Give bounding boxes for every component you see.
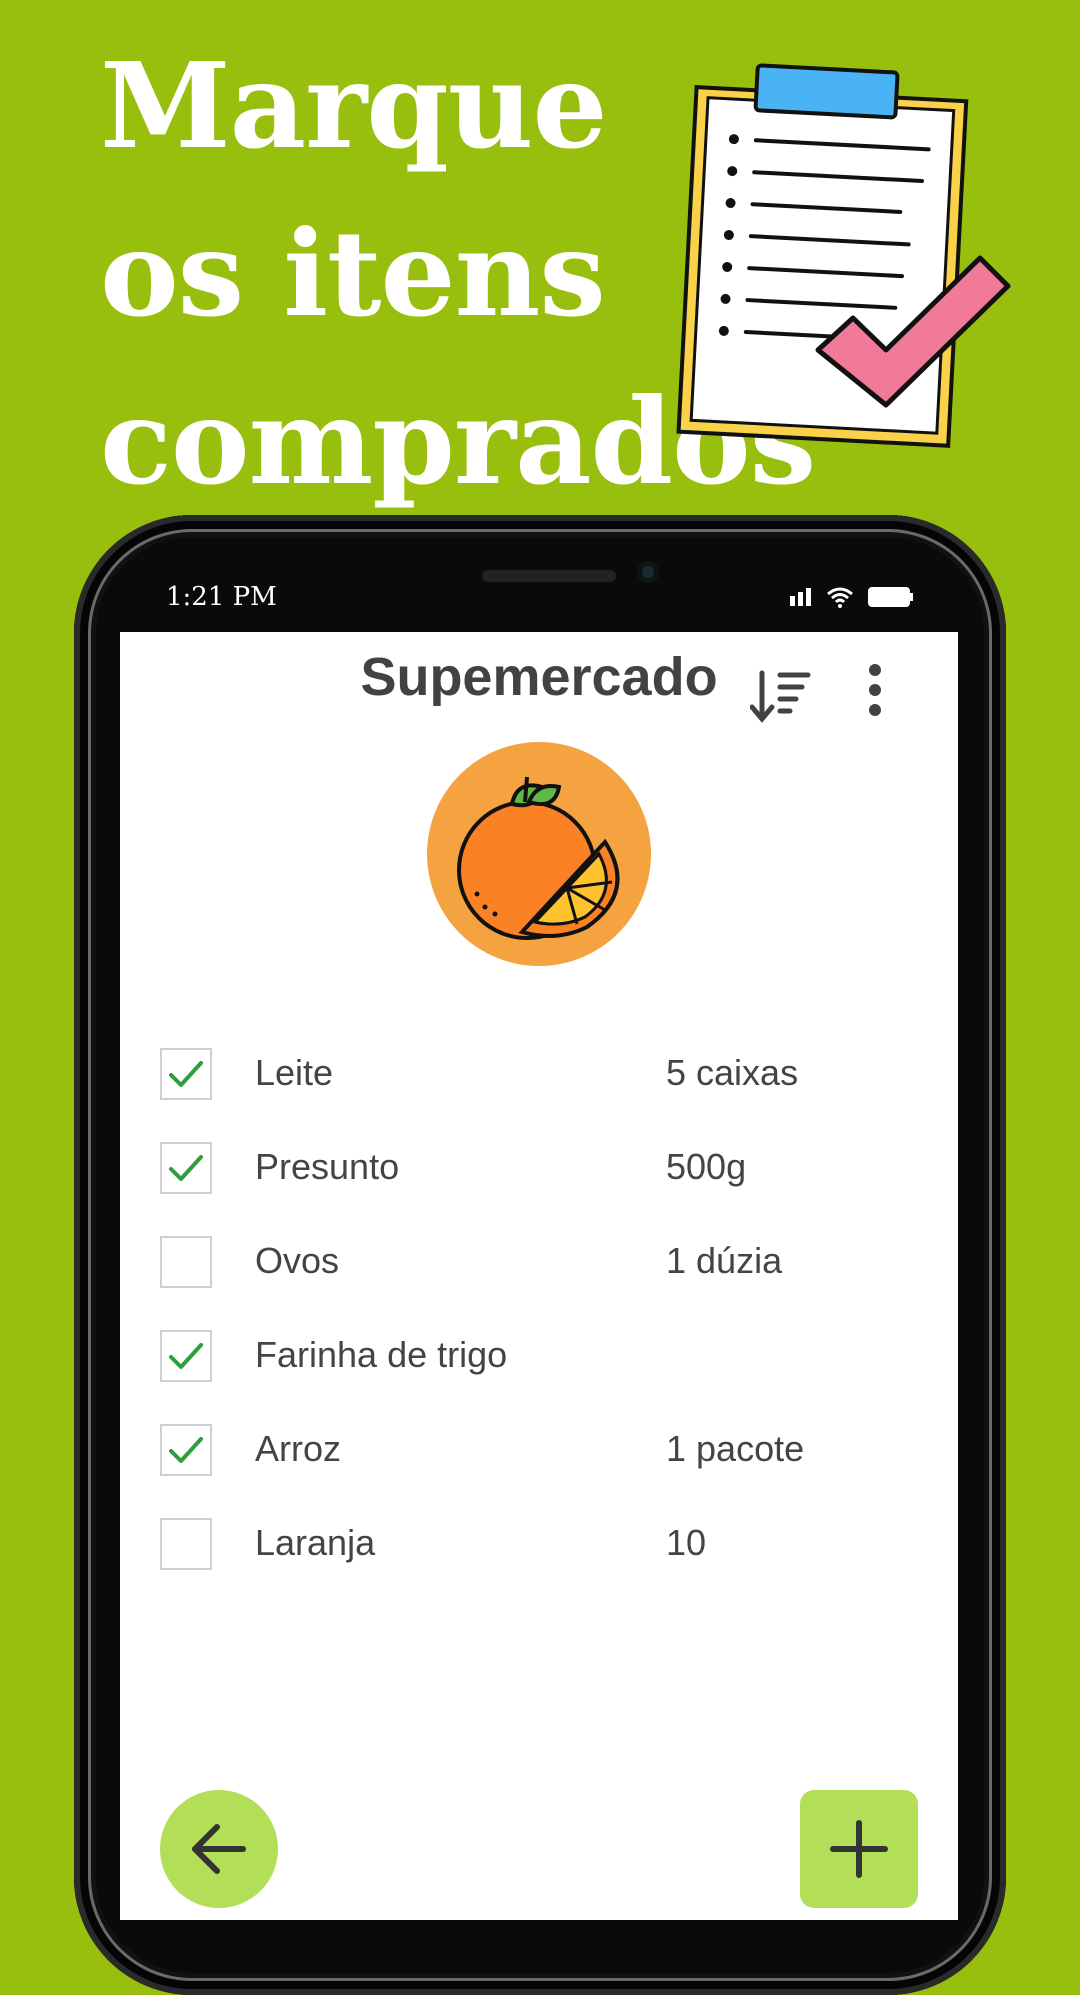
- item-name: Presunto: [255, 1146, 400, 1187]
- status-bar: 1:21 PM: [120, 560, 960, 630]
- orange-icon: [427, 742, 651, 966]
- sort-icon[interactable]: [750, 667, 812, 725]
- list-title: Supemercado: [360, 647, 718, 707]
- list-item[interactable]: Laranja 10: [120, 1500, 958, 1594]
- item-checkbox[interactable]: [160, 1048, 212, 1100]
- list-item[interactable]: Farinha de trigo: [120, 1312, 958, 1406]
- item-quantity: 5 caixas: [666, 1052, 799, 1093]
- signal-icon: [790, 588, 811, 606]
- item-name: Farinha de trigo: [255, 1334, 508, 1375]
- arrow-left-icon: [192, 1824, 246, 1874]
- check-icon: [169, 1343, 203, 1369]
- wifi-icon: [827, 587, 853, 608]
- item-name: Leite: [255, 1052, 334, 1093]
- battery-icon: [868, 587, 913, 607]
- back-button[interactable]: [160, 1790, 278, 1908]
- status-time: 1:21 PM: [166, 582, 277, 612]
- item-quantity: 10: [666, 1522, 707, 1563]
- item-checkbox[interactable]: [160, 1424, 212, 1476]
- item-quantity: 1 dúzia: [666, 1240, 783, 1281]
- item-checkbox[interactable]: [160, 1330, 212, 1382]
- app-screen: Supemercado Leite 5 caixas Presunto 500g…: [120, 632, 958, 1920]
- list-item[interactable]: Presunto 500g: [120, 1124, 958, 1218]
- item-name: Ovos: [255, 1240, 340, 1281]
- plus-icon: [830, 1820, 888, 1878]
- check-icon: [169, 1155, 203, 1181]
- check-icon: [169, 1437, 203, 1463]
- item-quantity: 1 pacote: [666, 1428, 805, 1469]
- item-checkbox[interactable]: [160, 1236, 212, 1288]
- item-checkbox[interactable]: [160, 1142, 212, 1194]
- check-icon: [169, 1061, 203, 1087]
- list-item[interactable]: Ovos 1 dúzia: [120, 1218, 958, 1312]
- item-name: Arroz: [255, 1428, 342, 1469]
- item-name: Laranja: [255, 1522, 376, 1563]
- list-item[interactable]: Arroz 1 pacote: [120, 1406, 958, 1500]
- clipboard-checklist-icon: [676, 63, 1011, 448]
- more-vert-icon[interactable]: [864, 662, 886, 718]
- add-item-button[interactable]: [800, 1790, 918, 1908]
- item-quantity: 500g: [666, 1146, 747, 1187]
- item-checkbox[interactable]: [160, 1518, 212, 1570]
- list-item[interactable]: Leite 5 caixas: [120, 1030, 958, 1124]
